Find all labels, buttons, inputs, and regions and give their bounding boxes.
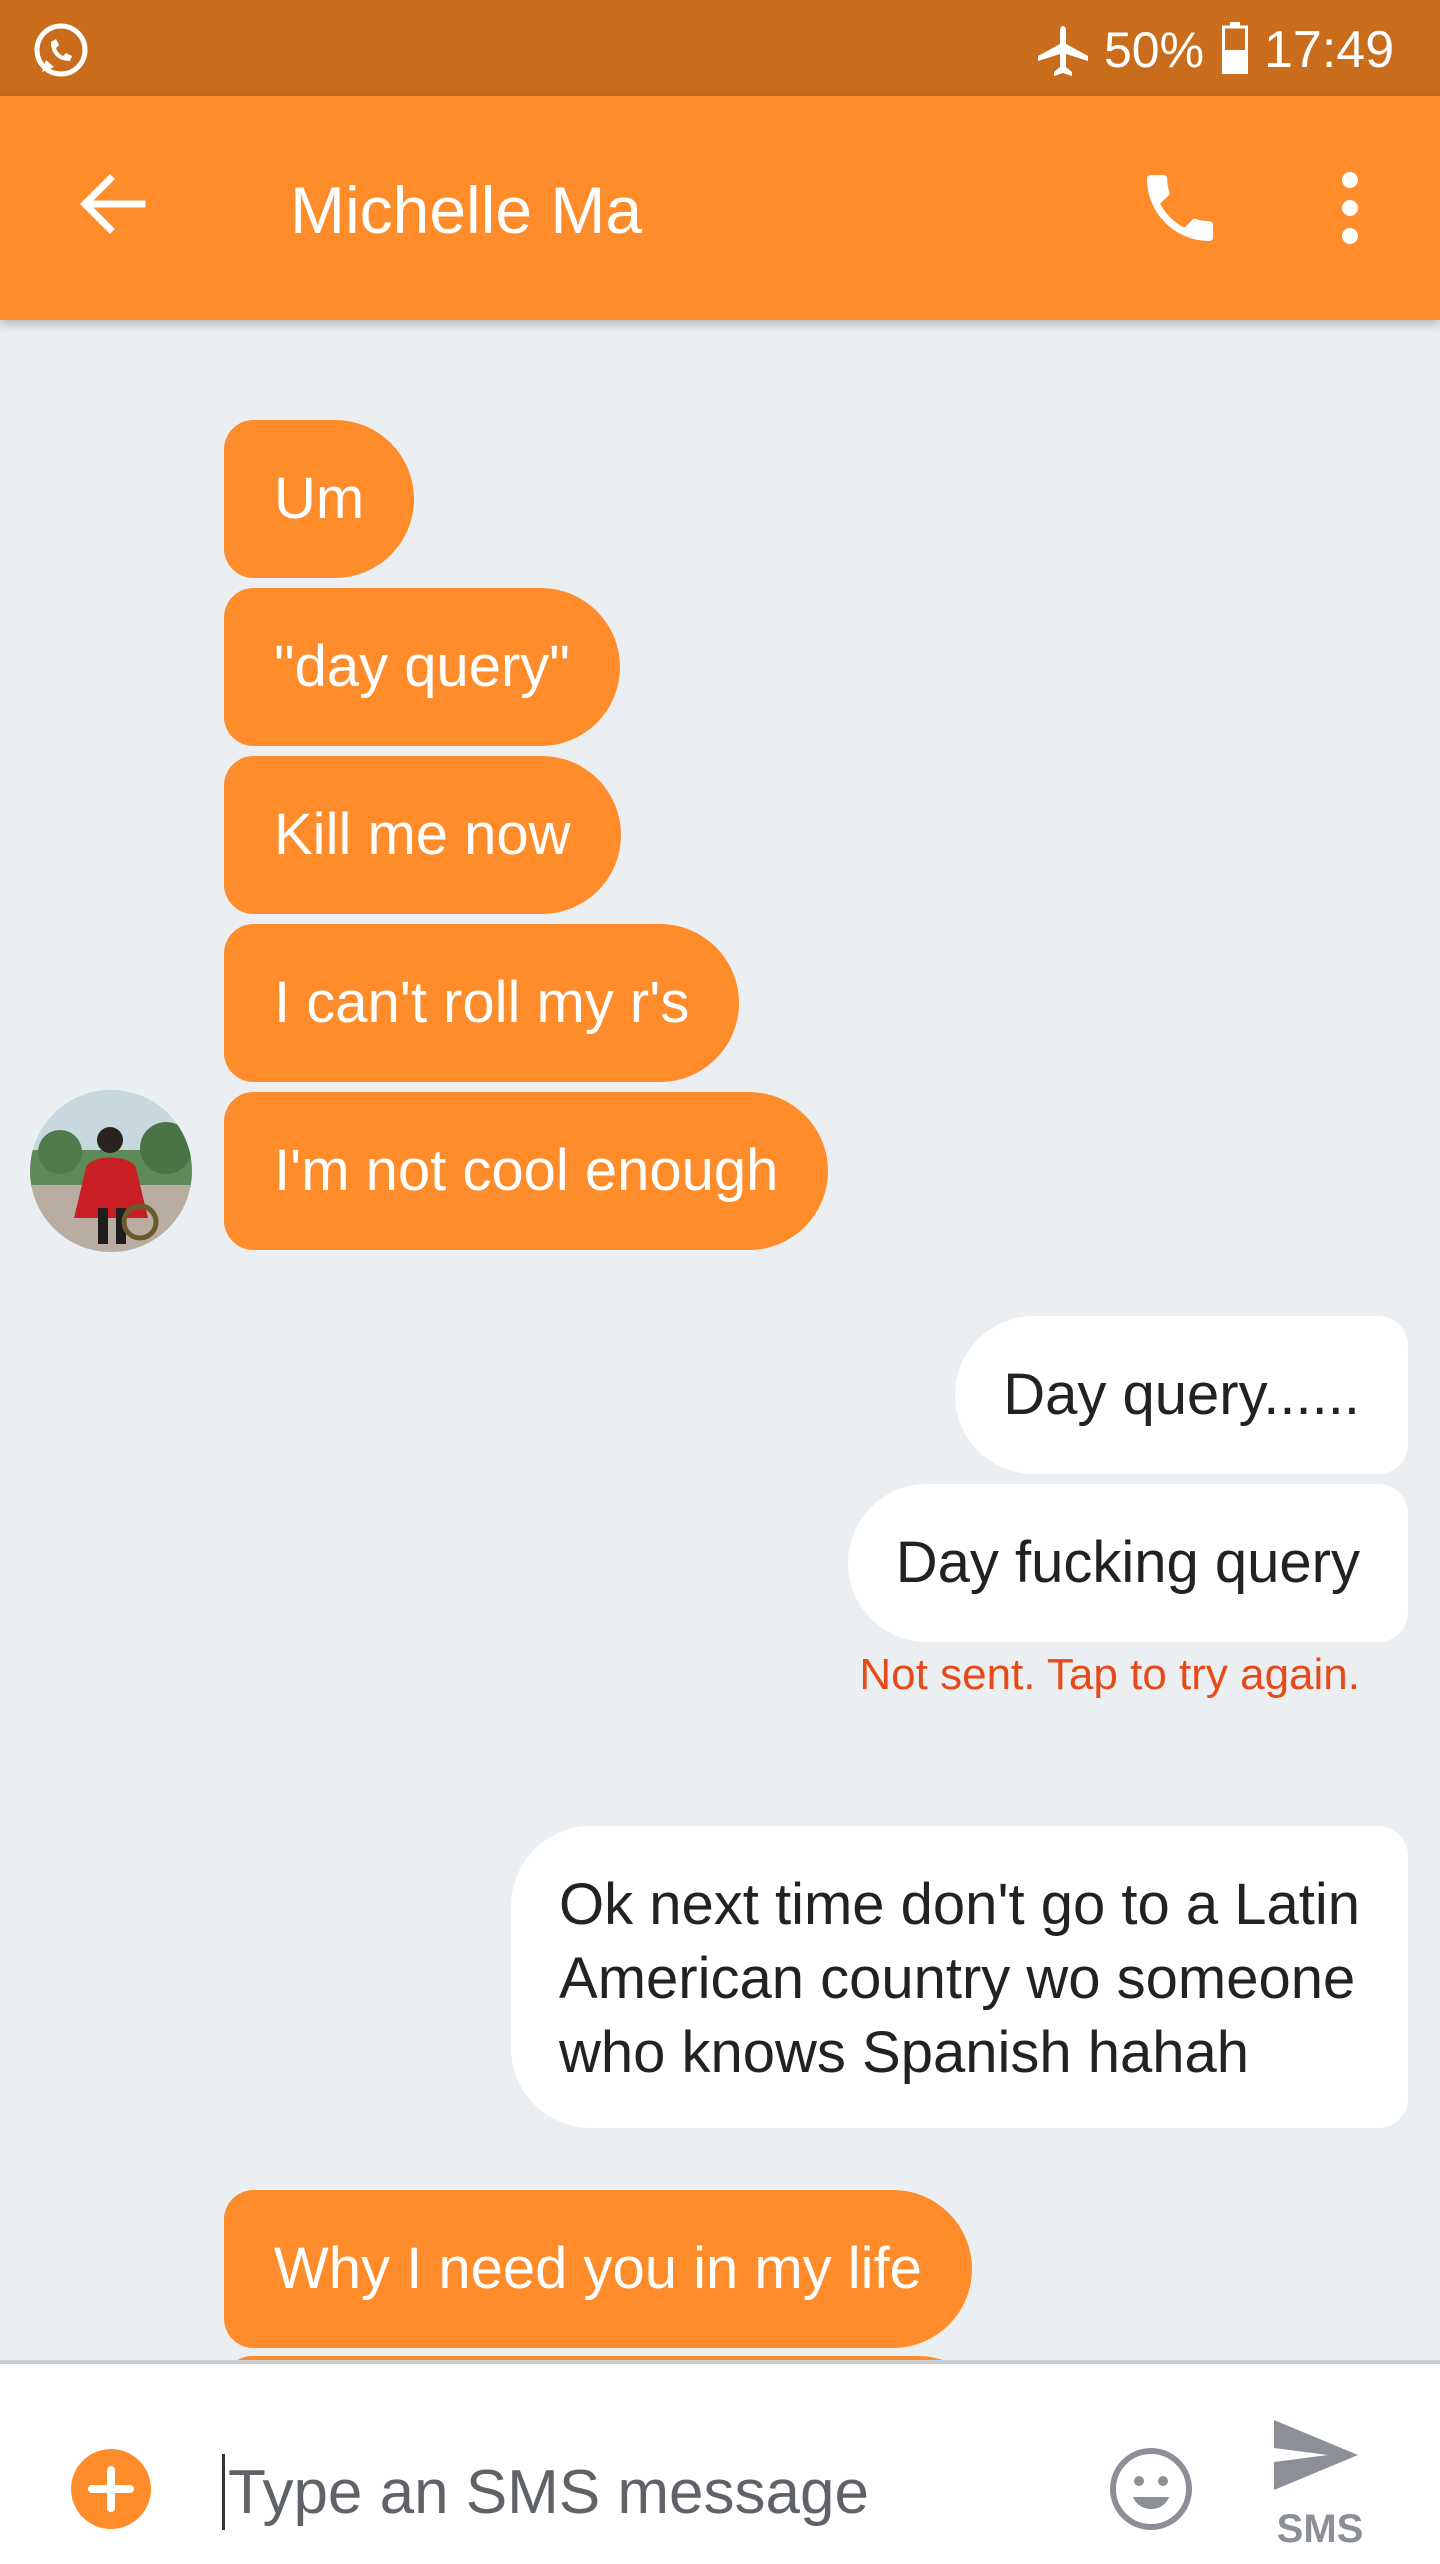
message-bubble-outgoing[interactable]: Day fucking query — [847, 1484, 1408, 1642]
whatsapp-icon — [34, 23, 88, 77]
message-text-line: American country wo someone — [559, 1946, 1356, 2011]
arrow-left-icon[interactable] — [70, 161, 156, 247]
message-bubble-outgoing[interactable]: Ok next time don't go to a Latin America… — [511, 1826, 1408, 2128]
text-cursor — [222, 2454, 225, 2530]
message-bubble-incoming[interactable]: I'm not cool enough — [224, 1092, 829, 1250]
contact-avatar[interactable] — [30, 1090, 192, 1252]
phone-icon[interactable] — [1136, 164, 1224, 252]
send-error-link[interactable]: Not sent. Tap to try again. — [720, 1646, 1360, 1704]
message-bubble-incoming[interactable]: Kill me now — [224, 756, 621, 914]
battery-percent: 50% — [1104, 22, 1205, 78]
message-text-line: Ok next time don't go to a Latin — [559, 1872, 1360, 1937]
message-bubble-incoming[interactable]: Um — [224, 420, 415, 578]
message-text: Why I need you in my life — [274, 2236, 922, 2301]
message-composer: SMS — [0, 2360, 1440, 2564]
battery-icon — [1222, 22, 1248, 74]
message-text-line: who knows Spanish hahah — [559, 2020, 1250, 2085]
clock: 17:49 — [1264, 21, 1395, 79]
message-bubble-incoming[interactable]: Why I need you in my life — [224, 2190, 972, 2348]
avatar-photo — [30, 1090, 192, 1252]
message-bubble-incoming[interactable]: I can't roll my r's — [224, 924, 740, 1082]
add-circle-icon[interactable] — [70, 2448, 152, 2530]
more-vert-icon[interactable] — [1320, 164, 1380, 252]
send-label[interactable]: SMS — [1262, 2506, 1378, 2552]
message-text: I'm not cool enough — [274, 1138, 779, 1203]
message-bubble-incoming[interactable]: "day query" — [224, 588, 620, 746]
airplane-icon — [1038, 26, 1088, 76]
message-text: "day query" — [274, 634, 570, 699]
message-text: Day fucking query — [895, 1530, 1360, 1595]
conversation-title[interactable]: Michelle Ma — [290, 172, 642, 248]
status-bar: 50% 17:49 — [0, 0, 1440, 96]
message-input[interactable] — [228, 2450, 1048, 2534]
message-text: Um — [274, 466, 365, 531]
emoji-icon[interactable] — [1108, 2446, 1194, 2532]
message-text: Day query...... — [1003, 1362, 1360, 1427]
message-text: Kill me now — [274, 802, 571, 867]
message-text: I can't roll my r's — [274, 970, 690, 1035]
app-bar: Michelle Ma — [0, 96, 1440, 320]
send-icon[interactable] — [1270, 2414, 1362, 2496]
message-bubble-outgoing[interactable]: Day query...... — [955, 1316, 1408, 1474]
